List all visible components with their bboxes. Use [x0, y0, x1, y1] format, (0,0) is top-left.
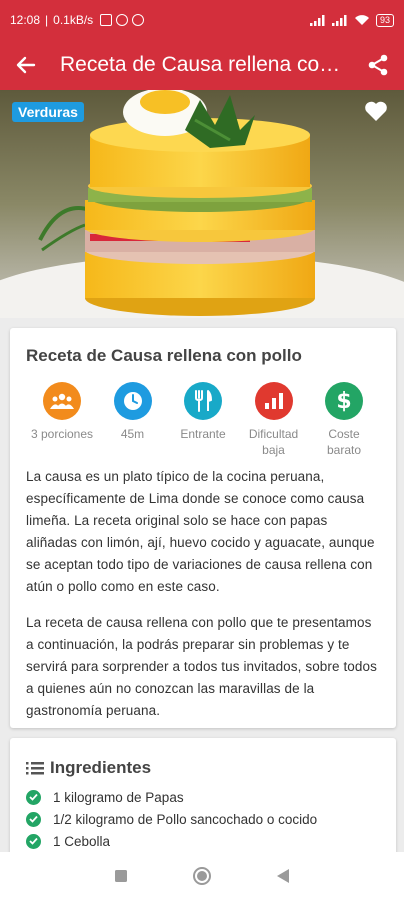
stat-cost: $ Coste barato: [310, 382, 378, 458]
stat-servings: 3 porciones: [28, 382, 96, 458]
recipe-stats: 3 porciones 45m Entrante Dificultad baja…: [26, 382, 380, 458]
signal-icon: [309, 14, 325, 26]
stat-course-label: Entrante: [180, 427, 226, 441]
home-button[interactable]: [182, 856, 222, 896]
recipe-description: La receta de causa rellena con pollo que…: [26, 615, 377, 718]
causa-dish-photo: [0, 90, 404, 318]
wifi-icon: [354, 15, 369, 25]
status-bar: 12:08 | 0.1kB/s 93: [0, 0, 404, 40]
check-icon: [26, 789, 41, 805]
stat-difficulty: Dificultad baja: [240, 382, 308, 458]
check-icon: [26, 833, 41, 849]
stat-course: Entrante: [169, 382, 237, 458]
recipe-description: La causa es un plato típico de la cocina…: [26, 469, 375, 594]
status-left: 12:08 | 0.1kB/s: [10, 13, 145, 27]
recipe-info-card: Receta de Causa rellena con pollo 3 porc…: [10, 328, 396, 728]
square-icon: [114, 870, 127, 882]
back-nav-button[interactable]: [263, 856, 303, 896]
category-tag[interactable]: Verduras: [12, 102, 84, 122]
ingredient-label: 1 kilogramo de Papas: [53, 789, 184, 805]
ingredients-heading: Ingredientes: [26, 758, 380, 778]
arrow-left-icon: [16, 56, 36, 74]
bar-chart-icon: [254, 382, 293, 420]
ingredient-label: 1 Cebolla: [53, 833, 111, 849]
system-navigation-bar: [0, 852, 404, 900]
share-icon: [368, 54, 388, 76]
utensils-icon: [184, 382, 222, 420]
ingredient-label: 1/2 kilogramo de Pollo sancochado o coci…: [53, 811, 318, 827]
recipe-hero-image: Verduras: [0, 90, 404, 318]
circle-icon: [192, 867, 211, 885]
check-icon: [26, 811, 41, 827]
app-notification-icon: [132, 14, 145, 26]
stat-time-label: 45m: [120, 427, 145, 441]
ingredients-list: 1 kilogramo de Papas 1/2 kilogramo de Po…: [26, 786, 380, 852]
ingredient-item[interactable]: 1 kilogramo de Papas: [26, 786, 380, 808]
battery-icon: 93: [375, 13, 394, 27]
status-time: 12:08: [10, 13, 41, 27]
ingredients-title: Ingredientes: [50, 758, 152, 777]
clock-icon: [113, 382, 152, 420]
people-icon: [43, 382, 81, 420]
dollar-icon: $: [325, 382, 363, 420]
notification-icons: [100, 14, 145, 26]
ingredient-item[interactable]: 1/2 kilogramo de Pollo sancochado o coci…: [26, 808, 380, 830]
stat-cost-label: Coste barato: [326, 427, 362, 457]
app-bar: Receta de Causa rellena con pollo: [0, 40, 404, 90]
list-icon: [26, 762, 44, 775]
stat-difficulty-label: Dificultad baja: [248, 427, 299, 457]
recents-button[interactable]: [101, 856, 141, 896]
ingredient-item[interactable]: 1 Cebolla: [26, 830, 380, 852]
status-right: 93: [309, 13, 394, 27]
status-separator: |: [45, 13, 49, 27]
favorite-button[interactable]: [364, 100, 388, 122]
stat-time: 45m: [99, 382, 167, 458]
back-button[interactable]: [0, 40, 52, 90]
recipe-title: Receta de Causa rellena con pollo: [26, 346, 302, 365]
stat-servings-label: 3 porciones: [30, 427, 94, 441]
ingredients-card: Ingredientes 1 kilogramo de Papas 1/2 ki…: [10, 738, 396, 858]
signal-icon: [331, 14, 347, 26]
heart-icon: [365, 101, 387, 121]
status-net-speed: 0.1kB/s: [53, 13, 94, 27]
app-bar-title: Receta de Causa rellena con pollo: [60, 53, 342, 76]
app-notification-icon: [116, 14, 129, 26]
app-notification-icon: [100, 14, 113, 26]
triangle-back-icon: [277, 869, 290, 883]
share-button[interactable]: [352, 40, 404, 90]
